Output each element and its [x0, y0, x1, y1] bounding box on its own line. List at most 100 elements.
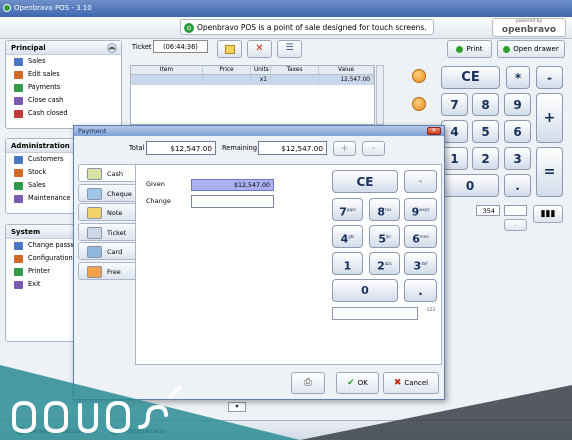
row-price [203, 75, 251, 85]
change-password-icon [14, 242, 23, 250]
keypad-letters: wxyz [419, 207, 430, 212]
payments-icon [14, 84, 23, 92]
keypad-display[interactable] [332, 307, 418, 320]
digit-6-button[interactable]: 6 [504, 120, 531, 143]
role-indicator: General (Status-bar) [14, 424, 104, 438]
row-item [131, 75, 203, 85]
payment-keypad: CE - 7pqrs 8tuv 9wxyz 4ghi 5jkl 6mno 1 2abc 3def… [332, 170, 438, 320]
remove-payment-button[interactable]: - [362, 141, 385, 156]
print-button[interactable]: Print [447, 40, 492, 58]
principal-header[interactable]: Principal ︽ [6, 41, 121, 55]
digit-2-button[interactable]: 2 [472, 147, 499, 170]
close-icon[interactable]: ✕ [427, 127, 441, 135]
ce-button[interactable]: CE [441, 66, 500, 89]
lower-dropdown[interactable]: ▾ [228, 402, 246, 412]
ticket-header: Item Price Units Taxes Value [131, 66, 374, 75]
role-label: General (Status-bar) [28, 427, 95, 435]
multiply-button[interactable]: * [506, 66, 530, 89]
keypad-digit-4-button[interactable]: 4ghi [332, 225, 363, 248]
logo-name: openbravo [501, 25, 557, 35]
equals-button[interactable]: = [536, 147, 563, 197]
user-indicator: Administrator [108, 424, 178, 438]
collapse-icon[interactable]: ︽ [107, 43, 117, 53]
given-field[interactable]: $12,547.00 [191, 179, 274, 191]
keypad-digit-6-button[interactable]: 6mno [404, 225, 437, 248]
dot-button[interactable]: . [504, 174, 531, 197]
digit-8-button[interactable]: 8 [472, 93, 499, 116]
sidebar-item-principal-2[interactable]: Payments [6, 81, 121, 94]
cancel-button[interactable]: ✖ Cancel [383, 372, 439, 394]
up-arrow-icon[interactable] [412, 69, 426, 83]
cash-panel: Given $12,547.00 Change CE - 7pqrs 8tuv 9w… [135, 164, 442, 365]
keypad-digit-0-button[interactable]: 0 [332, 279, 398, 302]
keypad-digit-9-button[interactable]: 9wxyz [404, 198, 437, 221]
sidebar-item-principal-4[interactable]: Cash closed [6, 107, 121, 120]
table-row[interactable]: x1 12,547.00 [131, 75, 374, 85]
stock-icon [14, 169, 23, 177]
print-receipt-button[interactable]: ⎙ [291, 372, 325, 394]
tab-free[interactable]: Free [78, 261, 136, 280]
sidebar-item-label: Edit sales [28, 70, 60, 78]
digit-7-button[interactable]: 7 [441, 93, 468, 116]
keypad-minus-button[interactable]: - [404, 170, 437, 193]
sidebar-item-principal-3[interactable]: Close cash [6, 94, 121, 107]
ticket-scrollbar[interactable] [376, 65, 384, 125]
sidebar-item-principal-0[interactable]: Sales [6, 55, 121, 68]
new-ticket-button[interactable] [217, 40, 242, 58]
keypad-digit-label: 8 [377, 205, 386, 219]
digit-0-button[interactable]: 0 [441, 174, 499, 197]
keypad-digit-8-button[interactable]: 8tuv [369, 198, 400, 221]
tab-card[interactable]: Card [78, 242, 136, 260]
down-arrow-icon[interactable] [412, 97, 426, 111]
sidebar-item-principal-1[interactable]: Edit sales [6, 68, 121, 81]
sidebar-item-label: Sales [28, 57, 46, 65]
minus-button[interactable]: - [536, 66, 563, 89]
change-label: Change [146, 197, 171, 205]
role-icon [16, 427, 25, 435]
delete-ticket-button[interactable]: ✕ [247, 40, 272, 58]
col-value: Value [319, 66, 374, 74]
tab-note[interactable]: Note [78, 203, 136, 221]
add-payment-button[interactable]: + [333, 141, 356, 156]
ticket-number[interactable]: (06:44:36) [153, 40, 208, 53]
tab-label: Cash [107, 170, 124, 178]
sidebar-item-label: Configuration [28, 254, 73, 262]
quantity-field[interactable]: 354 [476, 205, 500, 216]
keypad-digit-2-button[interactable]: 2abc [369, 252, 400, 275]
keypad-letters: def [421, 261, 428, 266]
digit-3-button[interactable]: 3 [504, 147, 531, 170]
open-drawer-button[interactable]: Open drawer [497, 40, 565, 58]
barcode-button[interactable]: ▮▮▮ [533, 205, 563, 223]
dialog-title: Payment [78, 127, 107, 135]
keypad-digit-3-button[interactable]: 3def [404, 252, 437, 275]
totals-row: Total $12,547.00 Remaining $12,547.00 + … [74, 138, 446, 160]
keypad-digit-7-button[interactable]: 7pqrs [332, 198, 363, 221]
sidebar-item-label: Close cash [28, 96, 64, 104]
window-title: Openbravo POS - 3.10 [14, 4, 92, 12]
ticket-table: Item Price Units Taxes Value x1 12,547.0… [130, 65, 375, 125]
sidebar-item-label: Stock [28, 168, 47, 176]
tab-ticket[interactable]: Ticket [78, 222, 136, 241]
new-ticket-icon [224, 45, 235, 54]
sidebar-item-label: Sales [28, 181, 46, 189]
tab-cash[interactable]: Cash [78, 164, 137, 182]
customers-icon [14, 156, 23, 164]
ticket-list-button[interactable]: ☰ [277, 40, 302, 58]
ok-button[interactable]: ✔ OK [336, 372, 379, 394]
dialog-title-bar: Payment ✕ [74, 126, 444, 136]
keypad-ce-button[interactable]: CE [332, 170, 398, 193]
tab-label: Cheque [107, 189, 132, 198]
plus-button[interactable]: + [536, 93, 563, 143]
sidebar-item-label: Printer [28, 267, 50, 275]
small-dot-button[interactable]: . [504, 219, 527, 231]
keypad-letters: jkl [386, 234, 391, 239]
digit-9-button[interactable]: 9 [504, 93, 531, 116]
quantity-secondary-field[interactable] [504, 205, 527, 216]
keypad-dot-button[interactable]: . [404, 279, 437, 302]
digit-5-button[interactable]: 5 [472, 120, 499, 143]
keypad-digit-1-button[interactable]: 1 [332, 252, 363, 275]
delete-ticket-icon: ✕ [255, 43, 264, 54]
keypad-digit-5-button[interactable]: 5jkl [369, 225, 400, 248]
col-taxes: Taxes [271, 66, 319, 74]
tab-cheque[interactable]: Cheque [78, 183, 136, 202]
